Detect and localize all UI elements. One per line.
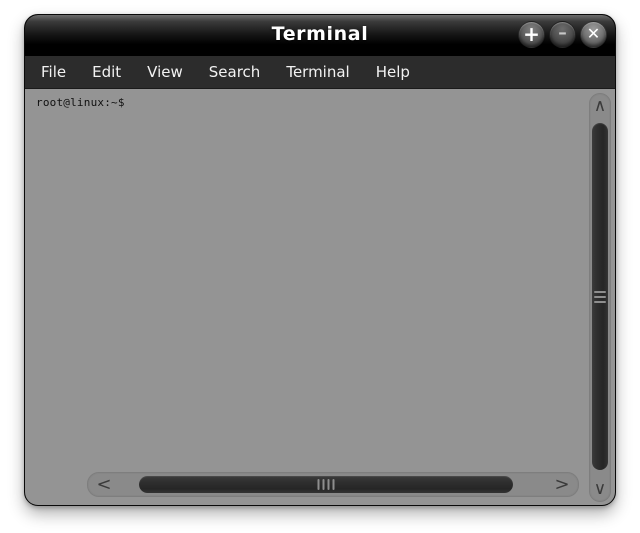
terminal-body: root@linux:~$ ∧ ∨ < > — [25, 89, 615, 505]
grip-line — [327, 479, 330, 490]
vertical-thumb-grip — [594, 290, 606, 303]
scroll-right-icon[interactable]: > — [547, 472, 577, 497]
menu-item-file[interactable]: File — [41, 63, 66, 81]
menu-item-terminal[interactable]: Terminal — [286, 63, 349, 81]
title-bar[interactable]: Terminal + – ✕ — [25, 15, 615, 56]
menu-item-view[interactable]: View — [147, 63, 183, 81]
terminal-window: Terminal + – ✕ File Edit View Search Ter… — [24, 14, 616, 506]
horizontal-thumb-grip — [317, 479, 335, 490]
grip-line — [594, 295, 606, 298]
page-root: Terminal + – ✕ File Edit View Search Ter… — [0, 0, 640, 533]
menu-bar: File Edit View Search Terminal Help — [25, 56, 615, 89]
grip-line — [594, 300, 606, 303]
vertical-scrollbar[interactable]: ∧ ∨ — [589, 93, 611, 502]
horizontal-scrollbar-thumb[interactable] — [139, 476, 513, 493]
close-button[interactable]: ✕ — [580, 21, 607, 48]
close-icon: ✕ — [586, 24, 601, 43]
grip-line — [332, 479, 335, 490]
maximize-button[interactable]: + — [518, 21, 545, 48]
window-controls: + – ✕ — [518, 21, 607, 48]
terminal-prompt-line: root@linux:~$ — [36, 96, 125, 109]
scroll-up-icon[interactable]: ∧ — [589, 93, 611, 119]
grip-line — [594, 290, 606, 293]
minimize-button[interactable]: – — [549, 21, 576, 48]
minus-icon: – — [558, 22, 567, 43]
grip-line — [322, 479, 325, 490]
scroll-down-icon[interactable]: ∨ — [589, 476, 611, 502]
vertical-scrollbar-thumb[interactable] — [592, 123, 608, 470]
menu-item-help[interactable]: Help — [376, 63, 410, 81]
plus-icon: + — [523, 22, 540, 46]
menu-item-edit[interactable]: Edit — [92, 63, 121, 81]
terminal-output-area[interactable]: root@linux:~$ — [25, 89, 589, 462]
scroll-left-icon[interactable]: < — [89, 472, 119, 497]
horizontal-scrollbar[interactable]: < > — [87, 472, 579, 497]
menu-item-search[interactable]: Search — [209, 63, 261, 81]
grip-line — [317, 479, 320, 490]
